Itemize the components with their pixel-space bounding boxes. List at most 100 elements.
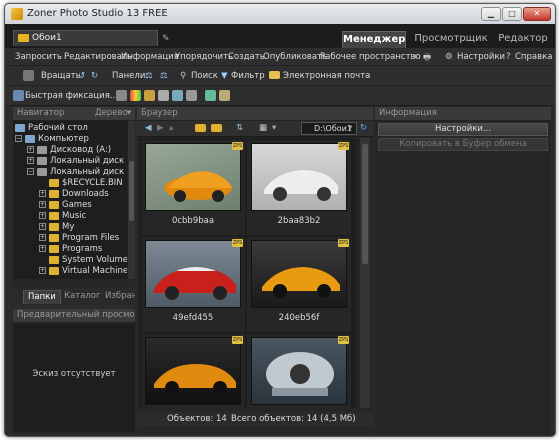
rotate-right-icon[interactable]: ↻	[91, 71, 98, 81]
tree-item-desktop[interactable]: Рабочий стол	[15, 123, 88, 134]
folder-up-icon[interactable]	[195, 124, 206, 132]
menu-settings[interactable]: Настройки	[457, 52, 505, 62]
tab-editor[interactable]: Редактор	[495, 31, 551, 48]
crop-icon[interactable]	[186, 90, 197, 101]
expand-icon[interactable]: +	[39, 245, 46, 252]
expand-icon[interactable]: +	[39, 212, 46, 219]
chevron-down-icon[interactable]: ▾	[127, 107, 131, 120]
tree-scrollbar-thumb[interactable]	[129, 161, 134, 221]
expand-icon[interactable]: +	[39, 201, 46, 208]
forward-icon[interactable]: ▶	[157, 123, 164, 133]
tree-scrollbar[interactable]	[127, 121, 135, 279]
email-icon[interactable]	[269, 71, 280, 79]
menu-help[interactable]: Справка	[515, 52, 552, 62]
tab-manager[interactable]: Менеджер	[342, 31, 406, 48]
settings-button[interactable]: Настройки...	[378, 123, 548, 136]
tree-item-folder[interactable]: + Program Files	[39, 233, 119, 244]
thumbnail-grid: ZPS 0cbb9baa ZPS 2baa83b2 ZPS 49efd455 Z…	[139, 138, 357, 408]
pin-icon[interactable]: ✎	[162, 34, 170, 44]
tree-item-label: System Volume	[62, 255, 127, 265]
tree-item-computer[interactable]: − Компьютер	[15, 134, 89, 145]
binoculars-icon[interactable]: ⚲	[180, 71, 186, 81]
menu-query[interactable]: Запросить	[15, 52, 62, 62]
chevron-down-icon[interactable]: ▾	[413, 52, 417, 62]
thumbnail-caption: 0cbb9baa	[171, 216, 215, 226]
search-button[interactable]: Поиск	[191, 71, 218, 81]
wand-icon[interactable]	[13, 90, 24, 101]
email-button[interactable]: Электронная почта	[283, 71, 370, 81]
browser-scrollbar-thumb[interactable]	[362, 144, 368, 264]
maximize-button[interactable]: □	[502, 7, 522, 21]
expand-icon[interactable]: +	[39, 190, 46, 197]
minimize-button[interactable]: ▁	[481, 7, 501, 21]
expand-icon[interactable]: +	[27, 146, 34, 153]
thumbnail-image[interactable]	[251, 337, 347, 405]
adjust-icon[interactable]	[116, 90, 127, 101]
tab-favorites[interactable]: Избранное	[101, 290, 135, 304]
tab-viewer[interactable]: Просмотрщик	[413, 31, 489, 48]
tree-item-drive-d[interactable]: − Локальный диск (D	[27, 167, 127, 178]
menu-publish[interactable]: Опубликовать	[263, 52, 327, 62]
effect-icon[interactable]	[205, 90, 216, 101]
navigator-mode-dropdown[interactable]: Дерево	[95, 107, 128, 120]
up-icon[interactable]: ▴	[169, 123, 173, 133]
thumbnail-image[interactable]	[251, 240, 347, 308]
filter-icon[interactable]: ▼	[221, 71, 228, 81]
thumbnail-item[interactable]: ZPS 476ba152	[141, 334, 245, 408]
back-icon[interactable]: ◀	[145, 123, 152, 133]
panel-layout-2-icon[interactable]: ⚖	[160, 71, 168, 81]
expand-icon[interactable]: +	[39, 223, 46, 230]
tree-item-folder[interactable]: + Games	[39, 200, 92, 211]
collapse-icon[interactable]: −	[15, 135, 22, 142]
thumbnail-image[interactable]	[251, 143, 347, 211]
tree-item-folder[interactable]: + My	[39, 222, 74, 233]
tree-item-folder[interactable]: + Music	[39, 211, 86, 222]
thumbnail-item[interactable]: ZPS 240eb56f	[247, 237, 351, 332]
menu-info[interactable]: Информация	[121, 52, 179, 62]
thumbnail-item[interactable]: ZPS 49efd455	[141, 237, 245, 332]
document-tab[interactable]: Обои1	[13, 30, 158, 46]
tree-item-folder[interactable]: + Programs	[39, 244, 102, 255]
quickfix-button[interactable]: Быстрая фиксация...	[25, 91, 118, 101]
camera-icon[interactable]	[23, 70, 34, 81]
expand-icon[interactable]: +	[27, 157, 34, 164]
close-button[interactable]: ✕	[523, 7, 551, 21]
chevron-down-icon[interactable]: ▾	[272, 123, 276, 133]
thumbnail-image[interactable]	[145, 337, 241, 405]
menu-workspace[interactable]: Рабочее пространство	[320, 52, 421, 62]
thumbnail-item[interactable]: ZPS 0cbb9baa	[141, 140, 245, 235]
filter-button[interactable]: Фильтр	[231, 71, 265, 81]
expand-icon[interactable]: +	[39, 267, 46, 274]
chevron-down-icon[interactable]: ▾	[348, 123, 352, 133]
browser-scrollbar[interactable]	[359, 138, 370, 408]
sort-icon[interactable]: ⇅	[236, 123, 243, 133]
lightbulb-icon[interactable]	[144, 90, 155, 101]
tab-folders[interactable]: Папки	[23, 290, 61, 304]
thumbnail-image[interactable]	[145, 240, 241, 308]
tree-item-folder[interactable]: $RECYCLE.BIN	[39, 178, 123, 189]
thumbnail-item[interactable]: ZPS 634b21e7	[247, 334, 351, 408]
rotate-left-icon[interactable]: ↺	[78, 71, 85, 81]
printer-icon[interactable]: 🖶	[423, 52, 431, 66]
view-mode-icon[interactable]: ▦	[259, 123, 267, 133]
new-folder-icon[interactable]	[211, 124, 222, 132]
tree-item-drive-a[interactable]: + Дисковод (A:)	[27, 145, 111, 156]
tree-item-folder[interactable]: System Volume	[39, 255, 127, 266]
sharpen-icon[interactable]	[172, 90, 183, 101]
collapse-icon[interactable]: −	[27, 168, 34, 175]
tab-catalog[interactable]: Каталог	[60, 290, 105, 304]
tree-item-drive-c[interactable]: + Локальный диск (C	[27, 156, 127, 167]
menu-create[interactable]: Создать	[228, 52, 265, 62]
panel-layout-icon[interactable]: ⚖	[145, 71, 153, 81]
copy-to-clipboard-button[interactable]: Копировать в Буфер обмена	[378, 138, 548, 151]
refresh-icon[interactable]: ↻	[360, 123, 367, 133]
levels-icon[interactable]	[158, 90, 169, 101]
menu-organize[interactable]: Упорядочить	[175, 52, 233, 62]
effect-2-icon[interactable]	[219, 90, 230, 101]
color-icon[interactable]	[130, 90, 141, 101]
thumbnail-item[interactable]: ZPS 2baa83b2	[247, 140, 351, 235]
expand-icon[interactable]: +	[39, 234, 46, 241]
thumbnail-image[interactable]	[145, 143, 241, 211]
tree-item-folder[interactable]: + Downloads	[39, 189, 109, 200]
tree-item-folder[interactable]: + Virtual Machine	[39, 266, 127, 277]
